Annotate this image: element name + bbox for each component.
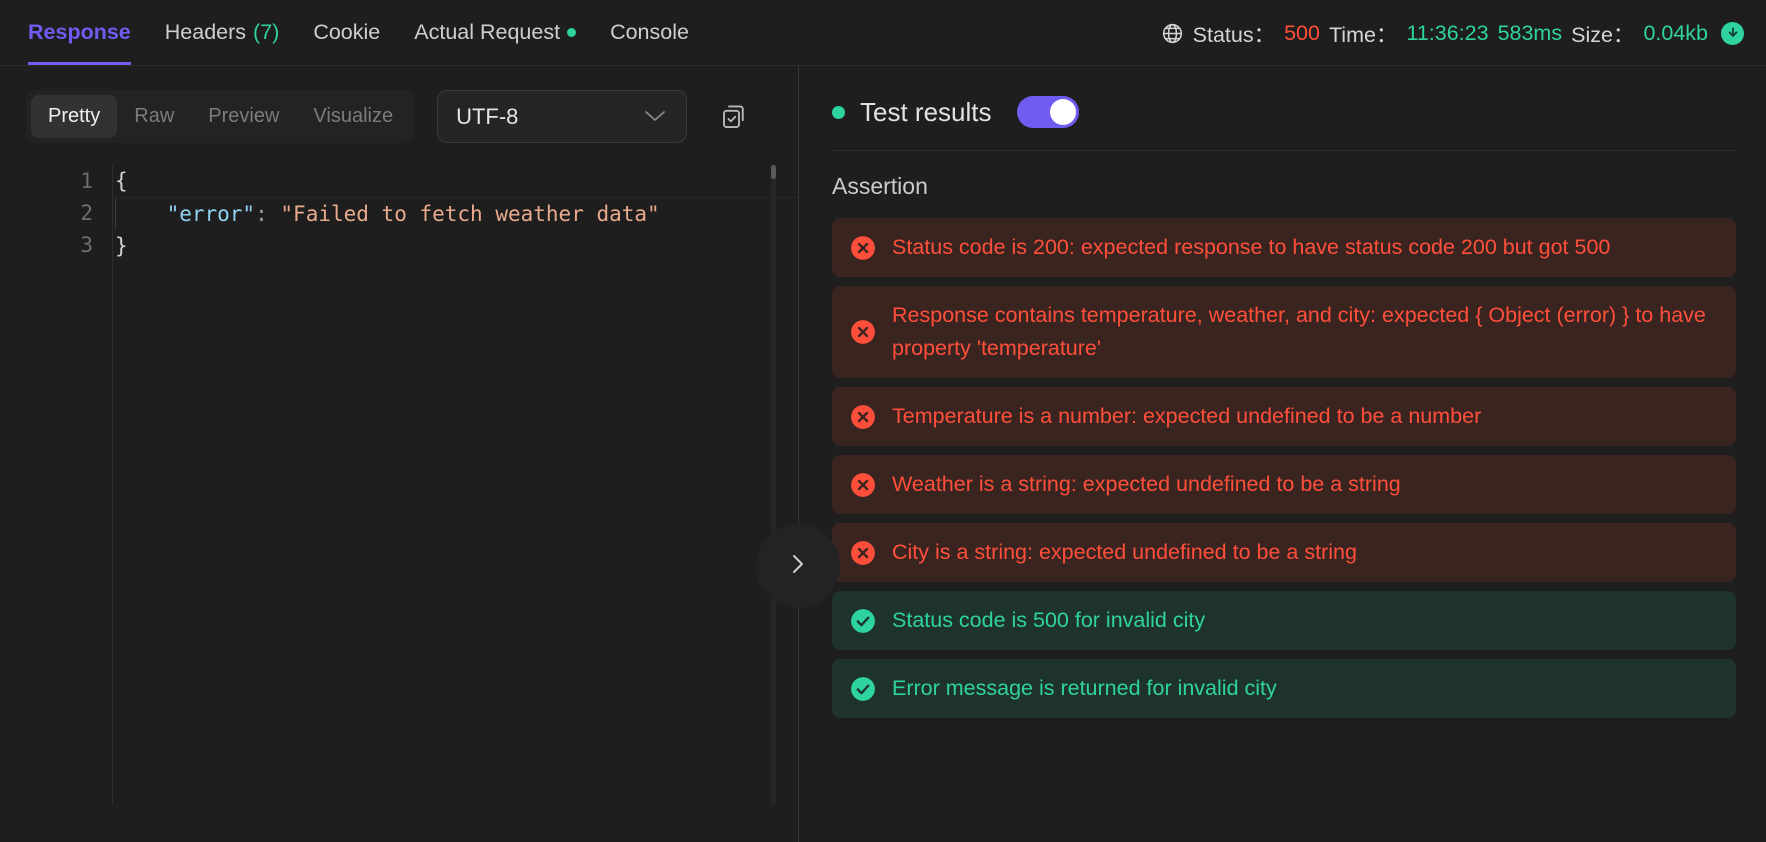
tab-cookie-label: Cookie [313,20,381,44]
check-circle-icon [850,608,876,634]
assertion-list: Status code is 200: expected response to… [814,200,1766,718]
error-circle-icon [850,472,876,498]
view-mode-pretty[interactable]: Pretty [31,95,118,138]
view-mode-raw-label: Raw [134,105,175,127]
chevron-down-icon [642,104,668,130]
line-number: 3 [80,233,93,257]
editor-scrollbar-thumb[interactable] [771,165,776,179]
download-icon[interactable] [1721,21,1744,45]
error-circle-icon [850,404,876,430]
response-tab-bar: Response Headers (7) Cookie Actual Reque… [0,0,689,65]
code-line-3: } [113,230,798,262]
assertion-item[interactable]: Status code is 500 for invalid city [832,591,1736,650]
code-line-2: "error": "Failed to fetch weather data" [115,198,798,230]
line-number: 1 [80,169,93,193]
json-value-error-message: "Failed to fetch weather data" [280,202,660,226]
response-body: Pretty Raw Preview Visualize UTF-8 1 2 3… [0,66,1766,842]
viewer-toolbar: Pretty Raw Preview Visualize UTF-8 [0,66,798,143]
view-mode-pretty-label: Pretty [48,105,101,127]
json-colon: : [255,202,268,226]
assertion-text: Response contains temperature, weather, … [892,303,1706,360]
tab-actual-request-label: Actual Request [414,20,561,44]
tab-headers-count: (7) [253,20,280,44]
tab-response-label: Response [28,20,131,44]
collapse-panel-button[interactable] [756,524,840,608]
time-value: 11:36:23 [1406,20,1489,45]
line-number-gutter: 1 2 3 [0,165,112,805]
size-value: 0.04kb [1643,20,1708,45]
code-content[interactable]: { "error": "Failed to fetch weather data… [112,165,798,805]
tab-cookie[interactable]: Cookie [313,0,380,65]
json-close-brace: } [115,234,128,258]
modified-dot-icon [567,28,577,37]
tab-headers[interactable]: Headers (7) [165,0,280,65]
code-line-1: { [113,165,798,198]
encoding-value: UTF-8 [456,103,519,129]
assertion-section-label: Assertion [832,173,928,199]
test-results-header: Test results [814,66,1766,128]
assertion-item[interactable]: Error message is returned for invalid ci… [832,659,1736,718]
test-results-pane: Test results Assertion Status code is 20… [798,66,1766,842]
assertion-item[interactable]: Status code is 200: expected response to… [832,218,1736,277]
error-circle-icon [850,235,876,261]
json-key-error: "error" [166,202,256,226]
view-mode-visualize[interactable]: Visualize [296,95,410,138]
response-status-bar: Status： 500 Time： 11:36:23 583ms Size： 0… [1161,0,1744,66]
chevron-right-icon [787,551,809,582]
tab-headers-label: Headers [164,20,247,44]
view-mode-preview[interactable]: Preview [191,95,296,138]
json-space [268,202,281,226]
assertion-text: Status code is 500 for invalid city [892,608,1206,632]
assertion-item[interactable]: Weather is a string: expected undefined … [832,455,1736,514]
response-header: Response Headers (7) Cookie Actual Reque… [0,0,1766,66]
toggle-knob [1049,99,1076,125]
assertion-item[interactable]: Response contains temperature, weather, … [832,286,1736,378]
status-label: Status： [1192,22,1276,47]
tab-response[interactable]: Response [28,0,131,65]
error-circle-icon [850,540,876,566]
json-open-brace: { [115,169,128,193]
assertion-item[interactable]: City is a string: expected undefined to … [832,523,1736,582]
json-code-editor[interactable]: 1 2 3 { "error": "Failed to fetch weathe… [0,165,798,805]
time-label: Time： [1328,22,1398,47]
green-status-dot [832,105,845,119]
duration-value: 583ms [1497,20,1563,45]
pane-divider [798,66,799,842]
copy-check-icon[interactable] [711,94,757,140]
tab-console-label: Console [610,20,689,44]
editor-scrollbar[interactable] [771,165,776,805]
assertion-text: Temperature is a number: expected undefi… [892,404,1482,428]
status-code-value: 500 [1284,20,1320,45]
view-mode-raw[interactable]: Raw [117,95,191,138]
tab-console[interactable]: Console [610,0,689,65]
assertion-text: City is a string: expected undefined to … [892,540,1357,564]
size-label: Size： [1571,22,1635,47]
error-circle-icon [850,319,876,345]
view-mode-group: Pretty Raw Preview Visualize [26,90,416,143]
globe-icon [1161,22,1184,45]
line-number: 2 [80,201,93,225]
assertion-item[interactable]: Temperature is a number: expected undefi… [832,387,1736,446]
assertion-text: Status code is 200: expected response to… [892,235,1611,259]
check-circle-icon [850,676,876,702]
view-mode-preview-label: Preview [208,105,280,127]
test-results-title: Test results [860,96,992,127]
view-mode-visualize-label: Visualize [313,105,394,127]
encoding-select[interactable]: UTF-8 [437,90,688,143]
assertion-text: Error message is returned for invalid ci… [892,676,1277,700]
tab-actual-request[interactable]: Actual Request [414,0,577,65]
assertion-text: Weather is a string: expected undefined … [892,472,1401,496]
test-results-toggle[interactable] [1016,96,1079,128]
response-viewer-pane: Pretty Raw Preview Visualize UTF-8 1 2 3… [0,66,798,842]
